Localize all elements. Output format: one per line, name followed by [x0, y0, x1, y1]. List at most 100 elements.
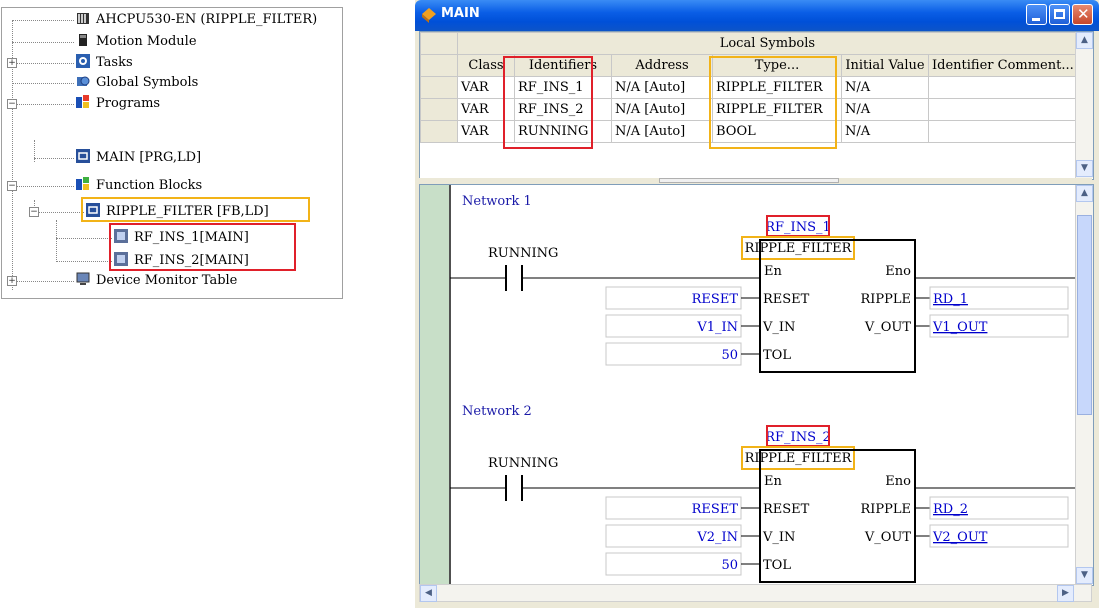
local-symbols-grid[interactable]: Local Symbols Class Identifiers Address … — [419, 31, 1094, 180]
module-icon — [79, 34, 87, 46]
symbols-scrollbar[interactable]: ▲ ▼ — [1075, 32, 1093, 178]
network-2[interactable]: Network 2RF_INS_2RIPPLE_FILTERRUNNINGEn E… — [450, 404, 1075, 583]
left-rail-margin — [420, 185, 450, 585]
cell-address[interactable]: N/A [Auto] — [611, 98, 713, 121]
collapse-toggle-programs[interactable]: − — [7, 99, 17, 109]
input-pin-label: V_IN — [762, 530, 795, 545]
highlight-identifiers — [503, 56, 593, 149]
contact-label: RUNNING — [488, 456, 558, 471]
tree-item-label: Programs — [96, 96, 161, 111]
input-pin-label: TOL — [763, 348, 791, 363]
cell-comment[interactable] — [928, 98, 1078, 121]
tree-item-global-symbols[interactable]: Global Symbols — [76, 73, 198, 93]
input-variable: RESET — [692, 502, 739, 517]
output-pin-label: RIPPLE — [860, 502, 911, 517]
highlight-instances — [109, 223, 296, 271]
input-variable: 50 — [721, 348, 738, 363]
tree-item-tasks[interactable]: Tasks — [76, 53, 133, 73]
ladder-scrollbar[interactable]: ▲ ▼ — [1075, 185, 1093, 584]
network-title: Network 2 — [462, 404, 532, 419]
main-window: MAIN ✕ Local Symbols Class Identifiers A… — [415, 0, 1099, 608]
expand-toggle-tasks[interactable]: + — [7, 58, 17, 68]
output-pin-label: V_OUT — [864, 530, 912, 545]
programs-icon — [76, 95, 89, 108]
globe-icon — [77, 76, 90, 86]
cell-initial-value[interactable]: N/A — [841, 76, 929, 99]
tree-item-label: Motion Module — [96, 34, 197, 49]
close-icon: ✕ — [1077, 5, 1090, 23]
collapse-toggle-function-blocks[interactable]: − — [7, 181, 17, 191]
ladder-editor[interactable]: Network 1 RF_INS_1 RIPPLE_FILTER RUNNING En E… — [419, 184, 1094, 586]
scroll-right-icon[interactable]: ▶ — [1057, 585, 1074, 602]
column-header-initial-value[interactable]: Initial Value — [841, 54, 929, 77]
column-header-address[interactable]: Address — [611, 54, 713, 77]
output-variable: V2_OUT — [932, 530, 988, 545]
cell-initial-value[interactable]: N/A — [841, 120, 929, 143]
tree-item-function-blocks[interactable]: Function Blocks — [76, 176, 202, 196]
highlight-type — [709, 56, 837, 149]
row-header — [420, 54, 458, 77]
cell-address[interactable]: N/A [Auto] — [611, 120, 713, 143]
highlight-ripple-filter — [81, 197, 310, 222]
cell-comment[interactable] — [928, 76, 1078, 99]
input-pin-label: RESET — [763, 292, 810, 307]
ladder-canvas: Network 1RF_INS_1RIPPLE_FILTERRUNNINGEn E… — [420, 185, 1075, 585]
pin-eno: Eno — [885, 474, 911, 489]
title-bar[interactable]: MAIN ✕ — [415, 0, 1099, 31]
plc-icon — [77, 13, 89, 24]
cell-comment[interactable] — [928, 120, 1078, 143]
expand-toggle-device-monitor[interactable]: + — [7, 276, 17, 286]
input-pin-label: V_IN — [762, 320, 795, 335]
scroll-up-icon[interactable]: ▲ — [1076, 185, 1093, 202]
tree-item-programs[interactable]: Programs — [76, 94, 160, 114]
output-variable: V1_OUT — [932, 320, 988, 335]
gear-icon — [76, 54, 90, 68]
tree-item-device-monitor[interactable]: Device Monitor Table — [76, 271, 237, 291]
input-variable: V1_IN — [696, 320, 738, 335]
tree-item-label: Device Monitor Table — [96, 273, 238, 288]
splitter-handle[interactable] — [659, 178, 839, 183]
tree-item-label: MAIN [PRG,LD] — [96, 150, 202, 165]
input-pin-label: TOL — [763, 558, 791, 573]
scroll-down-icon[interactable]: ▼ — [1076, 567, 1093, 584]
input-variable: RESET — [692, 292, 739, 307]
pin-en: En — [764, 264, 782, 279]
tree-item-main[interactable]: MAIN [PRG,LD] — [76, 148, 201, 168]
input-variable: 50 — [721, 558, 738, 573]
tree-item-label: AHCPU530-EN (RIPPLE_FILTER) — [96, 12, 318, 27]
minimize-button[interactable] — [1026, 4, 1047, 25]
column-header-identifier-comment[interactable]: Identifier Comment... — [928, 54, 1078, 77]
tree-item-plc[interactable]: AHCPU530-EN (RIPPLE_FILTER) — [76, 10, 317, 30]
contact-label: RUNNING — [488, 246, 558, 261]
tree-item-label: Function Blocks — [96, 178, 203, 193]
input-variable: V2_IN — [696, 530, 738, 545]
local-symbols-caption: Local Symbols — [457, 32, 1078, 55]
output-pin-label: V_OUT — [864, 320, 912, 335]
output-variable: RD_1 — [933, 292, 968, 307]
output-pin-label: RIPPLE — [860, 292, 911, 307]
input-pin-label: RESET — [763, 502, 810, 517]
collapse-toggle-ripple-filter[interactable]: − — [29, 207, 39, 217]
network-title: Network 1 — [462, 194, 532, 209]
scroll-down-icon[interactable]: ▼ — [1076, 160, 1093, 177]
pin-eno: Eno — [885, 264, 911, 279]
network-1[interactable]: Network 1RF_INS_1RIPPLE_FILTERRUNNINGEn E… — [450, 194, 1075, 373]
close-button[interactable]: ✕ — [1072, 4, 1093, 25]
scroll-left-icon[interactable]: ◀ — [420, 585, 437, 602]
tree-item-label: Global Symbols — [96, 75, 199, 90]
maximize-button[interactable] — [1049, 4, 1070, 25]
horizontal-scrollbar[interactable]: ◀ ▶ — [419, 584, 1092, 602]
pin-en: En — [764, 474, 782, 489]
tree-item-motion-module[interactable]: Motion Module — [76, 32, 197, 52]
tree-item-label: Tasks — [96, 55, 133, 70]
scroll-thumb[interactable] — [1077, 215, 1092, 415]
window-icon — [422, 8, 436, 23]
project-tree: + − − − + AHCPU530-EN (RIPPLE_FILTER) Mo… — [1, 7, 343, 299]
monitor-icon — [76, 272, 90, 285]
function-blocks-icon — [76, 177, 89, 190]
cell-initial-value[interactable]: N/A — [841, 98, 929, 121]
scroll-up-icon[interactable]: ▲ — [1076, 32, 1093, 49]
fb-instance-label: RF_INS_1 — [765, 220, 831, 235]
cell-address[interactable]: N/A [Auto] — [611, 76, 713, 99]
fb-instance-label: RF_INS_2 — [765, 430, 831, 445]
